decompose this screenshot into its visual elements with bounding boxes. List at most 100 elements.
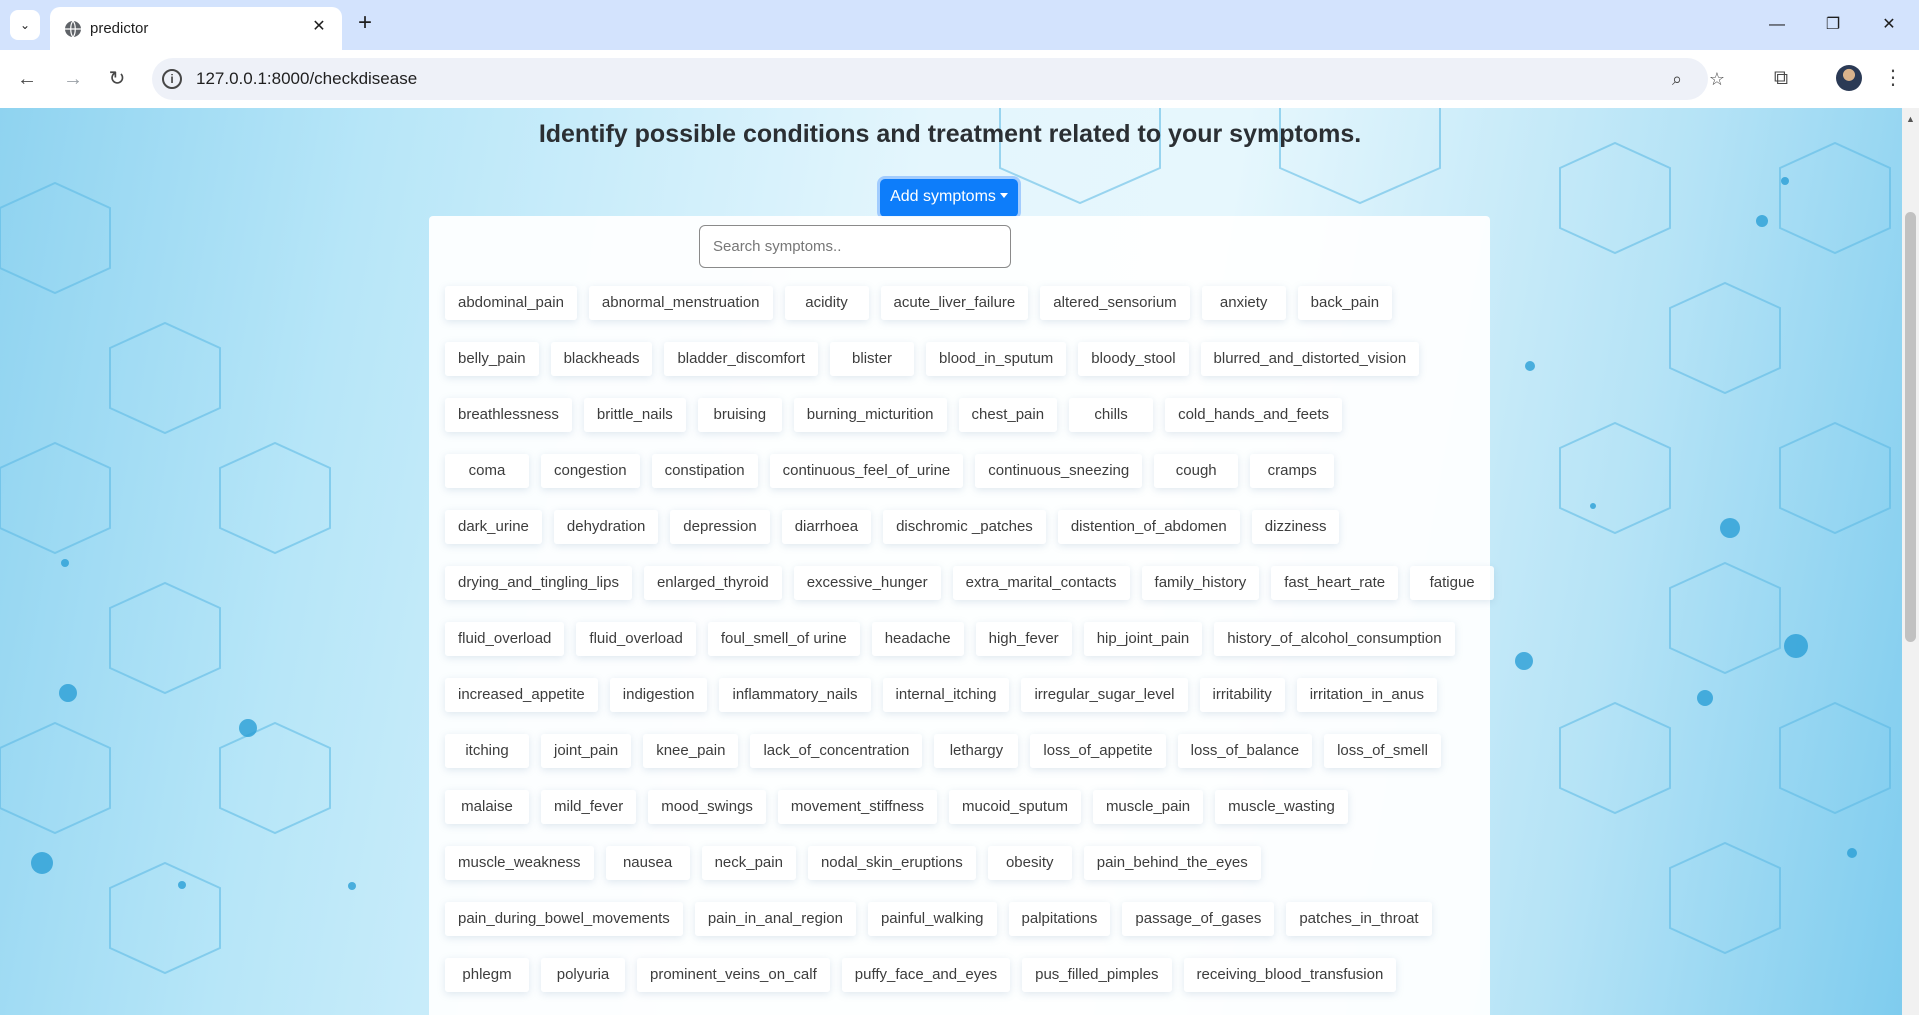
add-symptoms-button[interactable]: Add symptoms bbox=[880, 179, 1018, 217]
url-text[interactable]: 127.0.0.1:8000/checkdisease bbox=[196, 69, 417, 89]
symptom-option[interactable]: indigestion bbox=[609, 678, 708, 712]
symptom-option[interactable]: blurred_and_distorted_vision bbox=[1200, 342, 1420, 376]
symptom-option[interactable]: dischromic _patches bbox=[883, 510, 1046, 544]
symptom-option[interactable]: breathlessness bbox=[445, 398, 572, 432]
symptom-option[interactable]: burning_micturition bbox=[793, 398, 947, 432]
symptom-option[interactable]: foul_smell_of urine bbox=[707, 622, 860, 656]
symptom-option[interactable]: lethargy bbox=[934, 734, 1019, 768]
symptom-option[interactable]: belly_pain bbox=[445, 342, 539, 376]
symptom-option[interactable]: increased_appetite bbox=[445, 678, 598, 712]
symptom-option[interactable]: chills bbox=[1069, 398, 1154, 432]
symptom-option[interactable]: abdominal_pain bbox=[445, 286, 577, 320]
symptom-option[interactable]: painful_walking bbox=[867, 902, 997, 936]
symptom-option[interactable]: acidity bbox=[784, 286, 869, 320]
symptom-option[interactable]: pus_filled_pimples bbox=[1022, 958, 1172, 992]
symptom-option[interactable]: family_history bbox=[1141, 566, 1260, 600]
symptom-option[interactable]: cough bbox=[1154, 454, 1239, 488]
symptom-option[interactable]: bruising bbox=[697, 398, 782, 432]
symptom-option[interactable]: receiving_blood_transfusion bbox=[1183, 958, 1397, 992]
symptom-option[interactable]: itching bbox=[445, 734, 529, 768]
symptom-option[interactable]: drying_and_tingling_lips bbox=[445, 566, 632, 600]
symptom-option[interactable]: joint_pain bbox=[541, 734, 632, 768]
symptom-option[interactable]: pain_in_anal_region bbox=[694, 902, 856, 936]
symptom-option[interactable]: mucoid_sputum bbox=[949, 790, 1081, 824]
symptom-option[interactable]: patches_in_throat bbox=[1286, 902, 1432, 936]
close-window-icon[interactable]: ✕ bbox=[1874, 10, 1904, 40]
tab-search-chevron-icon[interactable]: ⌄ bbox=[10, 10, 40, 40]
bookmark-star-icon[interactable]: ☆ bbox=[1706, 68, 1728, 90]
symptom-option[interactable]: muscle_weakness bbox=[445, 846, 594, 880]
symptom-option[interactable]: acute_liver_failure bbox=[880, 286, 1029, 320]
symptom-option[interactable]: blackheads bbox=[550, 342, 653, 376]
symptom-option[interactable]: anxiety bbox=[1201, 286, 1286, 320]
symptom-option[interactable]: cold_hands_and_feets bbox=[1165, 398, 1343, 432]
symptom-option[interactable]: irritability bbox=[1199, 678, 1285, 712]
symptom-option[interactable]: pain_behind_the_eyes bbox=[1083, 846, 1261, 880]
symptom-option[interactable]: continuous_sneezing bbox=[975, 454, 1143, 488]
symptom-option[interactable]: high_fever bbox=[975, 622, 1072, 656]
symptom-option[interactable]: irritation_in_anus bbox=[1296, 678, 1437, 712]
symptom-option[interactable]: phlegm bbox=[445, 958, 529, 992]
symptom-option[interactable]: mild_fever bbox=[541, 790, 637, 824]
symptom-option[interactable]: loss_of_appetite bbox=[1030, 734, 1166, 768]
symptom-option[interactable]: passage_of_gases bbox=[1122, 902, 1275, 936]
symptom-option[interactable]: lack_of_concentration bbox=[750, 734, 923, 768]
symptom-option[interactable]: loss_of_smell bbox=[1324, 734, 1441, 768]
symptom-option[interactable]: blister bbox=[830, 342, 915, 376]
symptom-option[interactable]: obesity bbox=[987, 846, 1072, 880]
symptom-option[interactable]: diarrhoea bbox=[781, 510, 872, 544]
symptom-option[interactable]: prominent_veins_on_calf bbox=[637, 958, 830, 992]
symptom-option[interactable]: fluid_overload bbox=[445, 622, 565, 656]
symptom-option[interactable]: hip_joint_pain bbox=[1083, 622, 1203, 656]
browser-tab[interactable]: predictor ✕ bbox=[50, 7, 342, 50]
address-bar[interactable]: i 127.0.0.1:8000/checkdisease ⌕ ☆ bbox=[152, 58, 1725, 100]
scroll-thumb[interactable] bbox=[1905, 212, 1916, 642]
forward-icon[interactable]: → bbox=[58, 64, 88, 94]
symptom-option[interactable]: internal_itching bbox=[882, 678, 1010, 712]
symptom-option[interactable]: malaise bbox=[445, 790, 529, 824]
symptom-option[interactable]: abnormal_menstruation bbox=[588, 286, 773, 320]
symptom-option[interactable]: palpitations bbox=[1008, 902, 1111, 936]
symptom-option[interactable]: polyuria bbox=[541, 958, 625, 992]
symptom-option[interactable]: fast_heart_rate bbox=[1271, 566, 1399, 600]
symptom-option[interactable]: depression bbox=[670, 510, 770, 544]
profile-avatar[interactable] bbox=[1836, 65, 1862, 91]
symptom-option[interactable]: muscle_pain bbox=[1092, 790, 1204, 824]
new-tab-icon[interactable]: + bbox=[352, 11, 378, 37]
symptom-option[interactable]: nausea bbox=[605, 846, 690, 880]
symptom-option[interactable]: inflammatory_nails bbox=[719, 678, 871, 712]
zoom-icon[interactable]: ⌕ bbox=[1666, 68, 1688, 90]
symptom-option[interactable]: dizziness bbox=[1251, 510, 1340, 544]
close-tab-icon[interactable]: ✕ bbox=[308, 16, 330, 38]
back-icon[interactable]: ← bbox=[12, 64, 42, 94]
symptom-option[interactable]: mood_swings bbox=[648, 790, 766, 824]
symptom-option[interactable]: distention_of_abdomen bbox=[1057, 510, 1240, 544]
extensions-icon[interactable]: ⧉ bbox=[1766, 63, 1796, 93]
symptom-option[interactable]: muscle_wasting bbox=[1215, 790, 1348, 824]
search-symptoms-input[interactable] bbox=[699, 225, 1011, 268]
symptom-option[interactable]: fatigue bbox=[1410, 566, 1495, 600]
symptom-option[interactable]: altered_sensorium bbox=[1040, 286, 1190, 320]
symptom-option[interactable]: chest_pain bbox=[958, 398, 1058, 432]
symptom-option[interactable]: constipation bbox=[651, 454, 758, 488]
symptom-option[interactable]: puffy_face_and_eyes bbox=[841, 958, 1011, 992]
symptom-option[interactable]: history_of_alcohol_consumption bbox=[1214, 622, 1455, 656]
symptom-option[interactable]: blood_in_sputum bbox=[926, 342, 1067, 376]
symptom-option[interactable]: fluid_overload bbox=[576, 622, 696, 656]
restore-icon[interactable]: ❐ bbox=[1818, 10, 1848, 40]
symptom-option[interactable]: extra_marital_contacts bbox=[952, 566, 1130, 600]
symptom-option[interactable]: dehydration bbox=[553, 510, 659, 544]
reload-icon[interactable]: ↻ bbox=[102, 64, 132, 94]
symptom-option[interactable]: headache bbox=[871, 622, 964, 656]
symptom-option[interactable]: brittle_nails bbox=[583, 398, 686, 432]
symptom-option[interactable]: bloody_stool bbox=[1078, 342, 1189, 376]
symptom-option[interactable]: dark_urine bbox=[445, 510, 542, 544]
symptom-option[interactable]: bladder_discomfort bbox=[664, 342, 819, 376]
minimize-icon[interactable]: — bbox=[1762, 10, 1792, 40]
symptom-option[interactable]: nodal_skin_eruptions bbox=[807, 846, 976, 880]
symptom-option[interactable]: movement_stiffness bbox=[777, 790, 938, 824]
symptom-option[interactable]: neck_pain bbox=[701, 846, 796, 880]
symptom-option[interactable]: continuous_feel_of_urine bbox=[769, 454, 964, 488]
symptom-option[interactable]: congestion bbox=[541, 454, 640, 488]
symptom-option[interactable]: coma bbox=[445, 454, 529, 488]
